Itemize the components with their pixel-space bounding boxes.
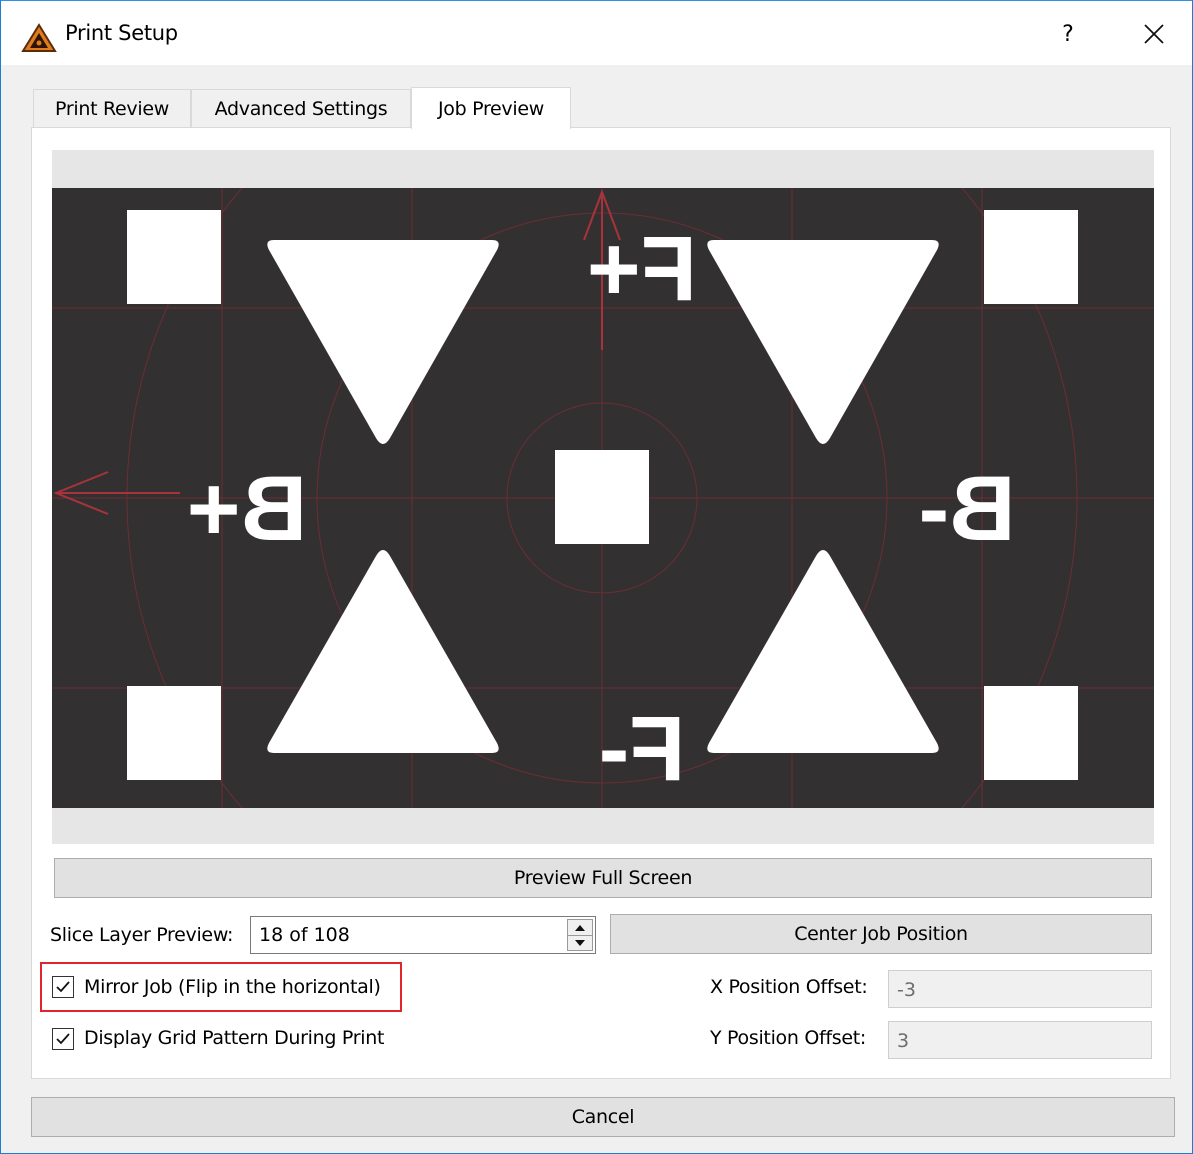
square-bottom-left bbox=[127, 686, 221, 780]
tab-advanced-settings[interactable]: Advanced Settings bbox=[191, 89, 411, 127]
square-top-left bbox=[127, 210, 221, 304]
printer-triangle-icon bbox=[21, 23, 57, 53]
spin-arrows bbox=[567, 919, 593, 951]
display-grid-label[interactable]: Display Grid Pattern During Print bbox=[84, 1027, 384, 1049]
label-f-plus: F+ bbox=[587, 218, 697, 320]
job-preview-panel: F+ F- B+ B- Preview Full Screen Slice La… bbox=[31, 127, 1171, 1079]
square-center bbox=[555, 450, 649, 544]
help-button[interactable]: ? bbox=[1045, 11, 1091, 57]
display-grid-checkbox[interactable] bbox=[52, 1028, 74, 1050]
print-setup-dialog: Print Setup ? Print Review Advanced Sett… bbox=[0, 0, 1193, 1154]
triangle-down-left bbox=[267, 240, 499, 444]
label-b-minus: B- bbox=[918, 458, 1015, 560]
preview-frame: F+ F- B+ B- bbox=[52, 150, 1154, 844]
cancel-button[interactable]: Cancel bbox=[31, 1097, 1175, 1137]
tab-print-review[interactable]: Print Review bbox=[33, 89, 191, 127]
dialog-body: Print Review Advanced Settings Job Previ… bbox=[1, 65, 1192, 1153]
slice-layer-value: 18 of 108 bbox=[259, 924, 350, 946]
triangle-down-right bbox=[707, 240, 939, 444]
y-offset-field: 3 bbox=[888, 1021, 1152, 1059]
tab-job-preview[interactable]: Job Preview bbox=[411, 87, 571, 129]
slice-preview-canvas: F+ F- B+ B- bbox=[52, 188, 1154, 808]
square-bottom-right bbox=[984, 686, 1078, 780]
chevron-down-icon bbox=[575, 939, 585, 946]
close-icon bbox=[1144, 24, 1164, 44]
checkmark-icon bbox=[56, 1033, 70, 1045]
x-offset-field: -3 bbox=[888, 970, 1152, 1008]
slice-layer-spinbox[interactable]: 18 of 108 bbox=[250, 916, 596, 954]
label-f-minus: F- bbox=[599, 698, 686, 800]
x-offset-value: -3 bbox=[897, 979, 916, 1001]
square-top-right bbox=[984, 210, 1078, 304]
label-b-plus: B+ bbox=[187, 458, 307, 560]
chevron-up-icon bbox=[575, 924, 585, 931]
mirror-job-label[interactable]: Mirror Job (Flip in the horizontal) bbox=[84, 976, 381, 998]
center-job-position-button[interactable]: Center Job Position bbox=[610, 914, 1152, 954]
spin-up-button[interactable] bbox=[568, 920, 592, 936]
triangle-up-left bbox=[267, 550, 499, 753]
x-offset-label: X Position Offset: bbox=[710, 976, 868, 998]
y-offset-value: 3 bbox=[897, 1030, 910, 1052]
checkmark-icon bbox=[56, 981, 70, 993]
y-offset-label: Y Position Offset: bbox=[710, 1027, 867, 1049]
preview-full-screen-button[interactable]: Preview Full Screen bbox=[54, 858, 1152, 898]
spin-down-button[interactable] bbox=[568, 935, 592, 950]
mirror-job-checkbox[interactable] bbox=[52, 976, 74, 998]
close-button[interactable] bbox=[1129, 11, 1179, 57]
window-title: Print Setup bbox=[65, 21, 178, 45]
triangle-up-right bbox=[707, 550, 939, 753]
title-bar: Print Setup ? bbox=[1, 1, 1192, 65]
slice-layer-label: Slice Layer Preview: bbox=[50, 924, 234, 946]
